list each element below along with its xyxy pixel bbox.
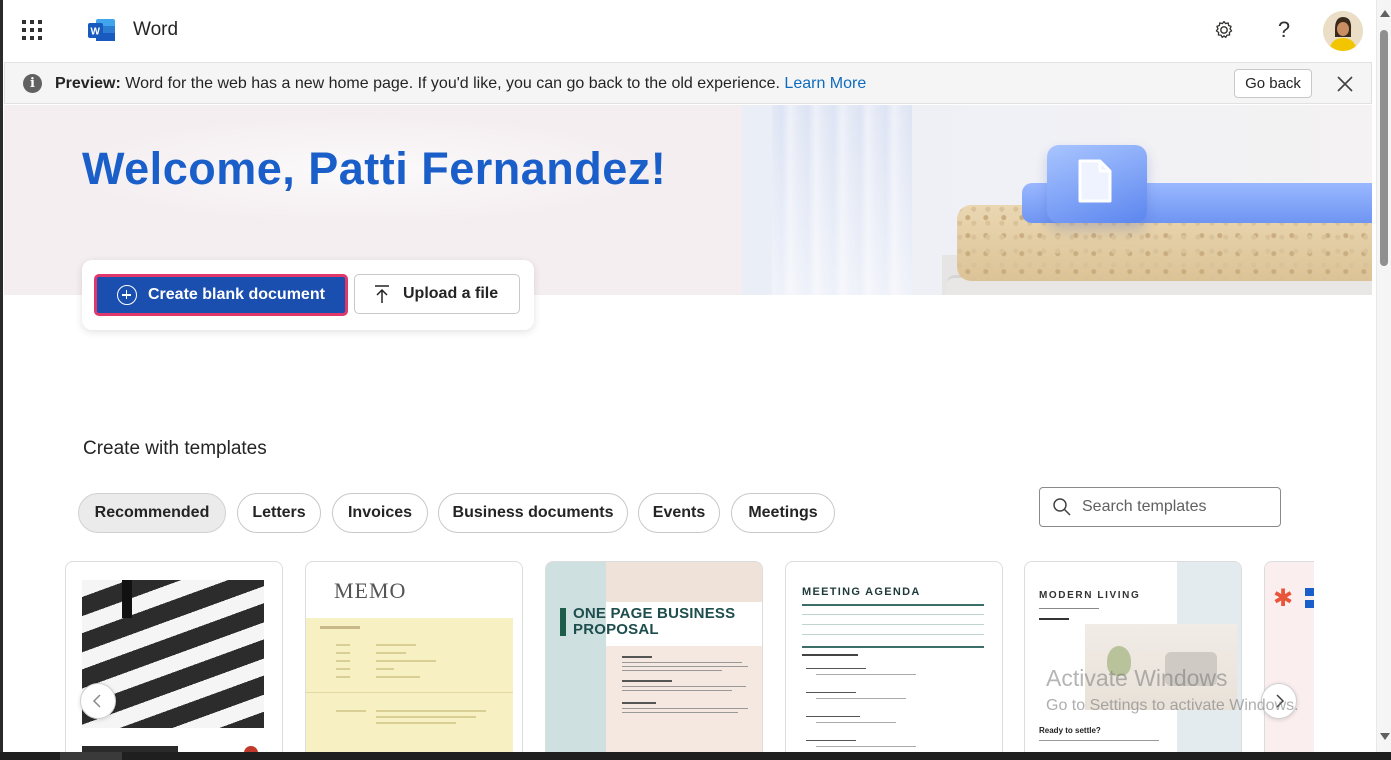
svg-text:W: W [91,27,101,38]
filter-recommended[interactable]: Recommended [78,493,226,533]
close-icon[interactable] [1332,71,1358,97]
info-icon: i [23,74,42,93]
scroll-up-arrow[interactable] [1380,10,1390,17]
filter-events[interactable]: Events [638,493,720,533]
scroll-down-arrow[interactable] [1380,733,1390,740]
chevron-left-icon [92,694,101,708]
welcome-heading: Welcome, Patti Fernandez! [82,143,667,194]
modern-living-template-card[interactable]: MODERN LIVING Ready to settle? [1024,561,1242,760]
preview-banner: i Preview: Word for the web has a new ho… [4,62,1372,104]
crosswalk-template-card[interactable] [65,561,283,760]
hero-pillar-highlight [772,105,912,295]
carousel-previous-button[interactable] [80,683,116,719]
modern-living-subtitle: Ready to settle? [1039,726,1101,735]
create-blank-label: Create blank document [148,286,325,303]
partial-template-title-bars [1305,588,1314,608]
search-icon [1053,498,1071,516]
create-blank-document-button[interactable]: Create blank document [94,274,348,316]
filter-business-documents[interactable]: Business documents [438,493,628,533]
help-icon[interactable]: ? [1270,16,1298,44]
search-templates-box[interactable] [1039,487,1281,527]
taskbar-edge [0,752,1391,760]
app-header: W Word ? [0,0,1376,60]
app-launcher-icon[interactable] [22,20,42,40]
templates-heading: Create with templates [83,438,267,459]
partial-template-card[interactable]: ✱ [1264,561,1314,760]
quick-actions: Create blank document Upload a file [82,260,534,330]
proposal-header [606,562,762,602]
banner-message: Preview: Word for the web has a new home… [55,75,866,93]
upload-file-button[interactable]: Upload a file [354,274,520,314]
template-photo-figure [122,580,132,618]
upload-icon [375,285,389,303]
filter-letters[interactable]: Letters [237,493,321,533]
memo-title: MEMO [334,578,407,603]
proposal-sidebar [546,562,606,760]
agenda-rule [802,604,984,606]
gear-icon[interactable] [1210,16,1238,44]
filter-invoices[interactable]: Invoices [332,493,428,533]
vertical-scrollbar[interactable] [1376,0,1391,752]
taskbar-segment [60,752,122,760]
proposal-body [606,646,762,760]
proposal-accent-bar [560,608,566,636]
document-icon [1078,159,1112,203]
asterisk-icon: ✱ [1273,585,1294,612]
learn-more-link[interactable]: Learn More [784,75,866,92]
hero-illustration [742,105,1372,295]
app-title: Word [133,19,179,40]
banner-label: Preview: [55,75,121,92]
memo-paper [306,618,513,760]
filter-meetings[interactable]: Meetings [731,493,835,533]
upload-label: Upload a file [403,285,499,302]
word-logo-icon[interactable]: W [88,18,116,42]
proposal-title: ONE PAGE BUSINESS PROPOSAL [573,605,736,638]
activate-windows-message: Go to Settings to activate Windows. [1046,697,1299,714]
add-circle-icon [117,285,137,305]
avatar[interactable] [1323,11,1363,51]
go-back-button[interactable]: Go back [1234,69,1312,98]
scroll-thumb[interactable] [1380,30,1388,266]
banner-text: Word for the web has a new home page. If… [120,75,785,92]
window-frame-edge [0,0,3,752]
agenda-title: MEETING AGENDA [802,586,921,598]
search-templates-input[interactable] [1082,498,1272,516]
activate-windows-title: Activate Windows [1046,665,1228,691]
meeting-agenda-template-card[interactable]: MEETING AGENDA [785,561,1003,760]
memo-template-card[interactable]: MEMO [305,561,523,760]
modern-living-title: MODERN LIVING [1039,590,1141,601]
business-proposal-template-card[interactable]: ONE PAGE BUSINESS PROPOSAL [545,561,763,760]
